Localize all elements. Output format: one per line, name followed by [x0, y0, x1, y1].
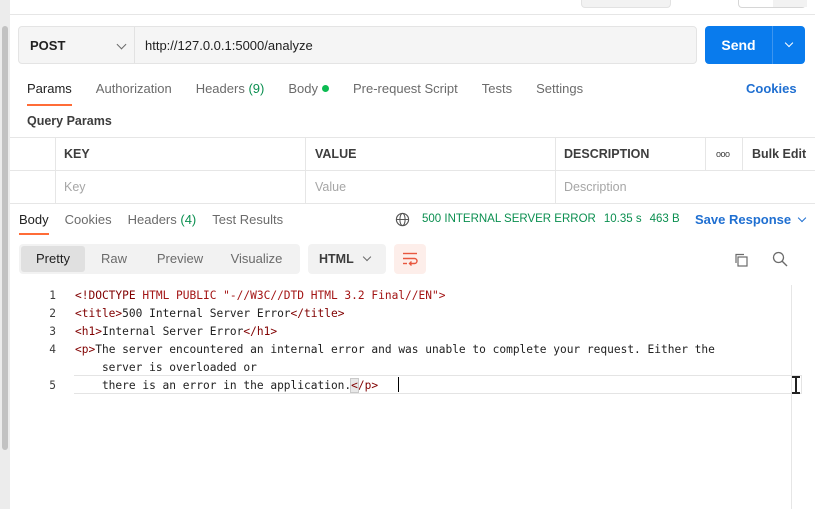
scrollbar-thumb[interactable] — [2, 26, 8, 450]
query-params-title: Query Params — [27, 114, 112, 128]
view-visualize[interactable]: Visualize — [217, 246, 296, 272]
wrap-lines-icon — [403, 252, 418, 266]
params-header-row: KEY VALUE DESCRIPTION ooo Bulk Edit — [10, 138, 815, 171]
line-number: 4 — [49, 343, 56, 356]
top-toolbar-fragment — [10, 0, 815, 16]
bulk-edit-button[interactable]: Bulk Edit — [752, 138, 806, 170]
tab-test-results[interactable]: Test Results — [212, 211, 283, 235]
key-input[interactable]: Key — [64, 171, 86, 203]
editor-scrollbar[interactable] — [791, 285, 792, 509]
description-input[interactable]: Description — [564, 171, 627, 203]
tab-pre-request-script[interactable]: Pre-request Script — [353, 80, 458, 106]
column-key: KEY — [64, 147, 90, 161]
tab-response-headers[interactable]: Headers (4) — [128, 211, 197, 235]
response-status-bar: 500 INTERNAL SERVER ERROR 10.35 s 463 B — [422, 213, 688, 225]
params-table: KEY VALUE DESCRIPTION ooo Bulk Edit Key … — [10, 137, 815, 204]
line-number: 5 — [49, 379, 56, 392]
chevron-down-icon — [116, 39, 127, 50]
request-tabs: Params Authorization Headers (9) Body Pr… — [27, 80, 607, 106]
tab-body[interactable]: Body — [288, 80, 329, 106]
body-indicator-dot-icon — [321, 85, 329, 92]
table-row: Key Value Description — [10, 171, 815, 204]
copy-icon[interactable] — [733, 252, 749, 268]
tab-response-cookies[interactable]: Cookies — [65, 211, 112, 235]
chevron-down-icon — [797, 213, 807, 223]
value-input[interactable]: Value — [315, 171, 346, 203]
tab-tests[interactable]: Tests — [482, 80, 512, 106]
code-line: <title>500 Internal Server Error</title> — [75, 307, 345, 320]
url-bar: POST http://127.0.0.1:5000/analyze — [18, 26, 697, 64]
view-preview[interactable]: Preview — [143, 246, 217, 272]
column-value: VALUE — [315, 147, 357, 161]
text-caret — [398, 377, 399, 392]
line-number: 2 — [49, 307, 56, 320]
send-label: Send — [721, 37, 756, 53]
tab-params[interactable]: Params — [27, 80, 72, 106]
headers-count: (9) — [248, 81, 265, 96]
url-input[interactable]: http://127.0.0.1:5000/analyze — [135, 38, 313, 53]
chevron-down-icon — [362, 252, 372, 262]
tab-authorization[interactable]: Authorization — [96, 80, 172, 106]
send-options-chevron-icon[interactable] — [773, 26, 805, 64]
wrap-lines-button[interactable] — [394, 244, 426, 274]
method-label: POST — [30, 37, 66, 53]
view-mode-group: Pretty Raw Preview Visualize — [19, 244, 300, 274]
tab-settings[interactable]: Settings — [536, 80, 583, 106]
response-time[interactable]: 10.35 s — [604, 213, 642, 225]
more-options-icon[interactable]: ooo — [716, 138, 730, 170]
search-icon[interactable] — [772, 251, 788, 267]
toolbar-fragment-left — [581, 0, 671, 8]
view-pretty[interactable]: Pretty — [21, 246, 85, 272]
tab-response-body[interactable]: Body — [19, 211, 49, 235]
send-button[interactable]: Send — [705, 26, 805, 64]
code-line: <!DOCTYPE HTML PUBLIC "-//W3C//DTD HTML … — [75, 289, 446, 302]
response-size[interactable]: 463 B — [650, 213, 680, 225]
method-select[interactable]: POST — [19, 27, 135, 63]
globe-icon[interactable] — [395, 212, 410, 227]
window-scrollbar[interactable] — [0, 0, 10, 509]
code-line-wrapped: server is overloaded or — [75, 361, 257, 374]
code-line: <p>The server encountered an internal er… — [75, 343, 715, 356]
save-response-button[interactable]: Save Response — [695, 212, 807, 227]
column-description: DESCRIPTION — [564, 147, 650, 161]
response-tabs: Body Cookies Headers (4) Test Results — [19, 211, 299, 235]
toolbar-fragment-right — [738, 0, 807, 8]
response-headers-count: (4) — [180, 212, 197, 227]
code-line: there is an error in the application.</p… — [75, 378, 379, 393]
format-select[interactable]: HTML — [308, 244, 386, 274]
bracket-match: < — [350, 378, 359, 393]
cookies-link[interactable]: Cookies — [746, 80, 797, 98]
code-line: <h1>Internal Server Error</h1> — [75, 325, 278, 338]
response-body-editor[interactable]: 1 <!DOCTYPE HTML PUBLIC "-//W3C//DTD HTM… — [10, 285, 802, 509]
line-number: 3 — [49, 325, 56, 338]
view-raw[interactable]: Raw — [85, 246, 143, 272]
status-code[interactable]: 500 INTERNAL SERVER ERROR — [422, 213, 596, 225]
text-cursor-icon — [792, 376, 800, 394]
line-number: 1 — [49, 289, 56, 302]
tab-headers[interactable]: Headers (9) — [196, 80, 265, 106]
